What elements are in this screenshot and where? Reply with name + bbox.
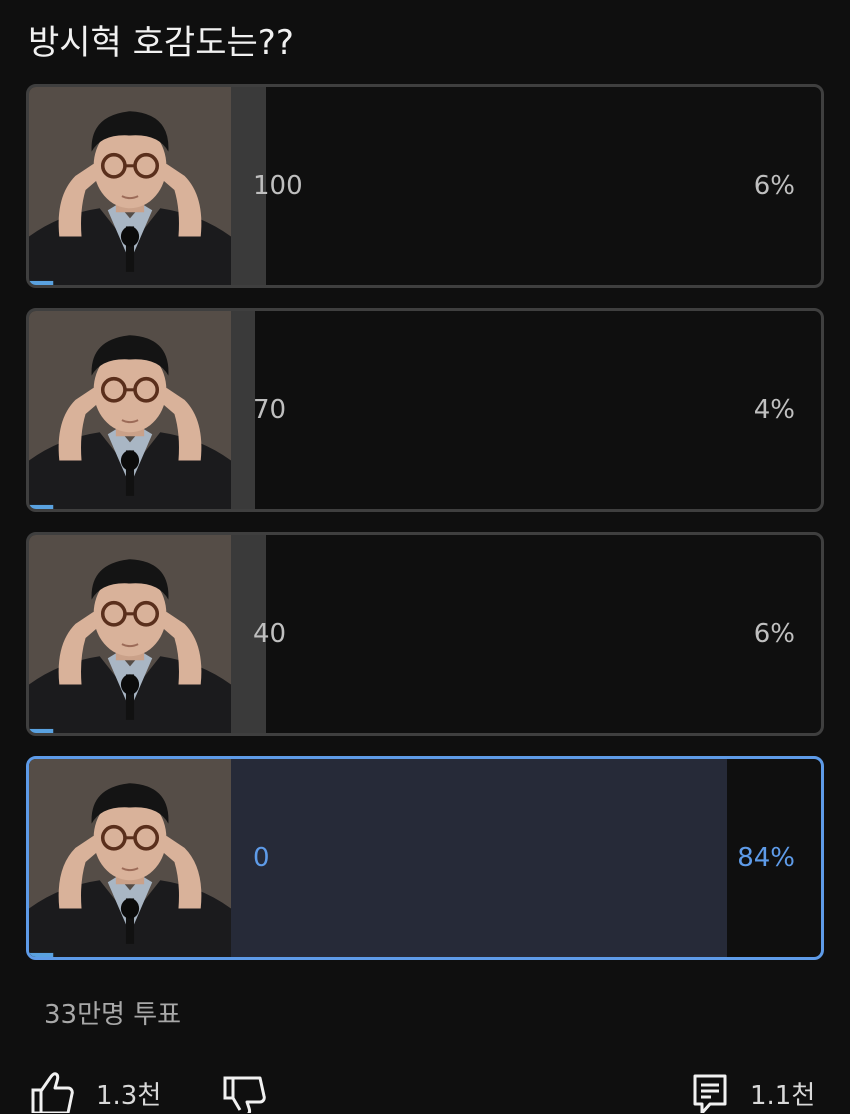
- comment-button[interactable]: 1.1천: [692, 1070, 815, 1114]
- poll-options: 100 6% 70 4% 40 6% 0 84%: [26, 84, 824, 980]
- result-bar-track: [231, 759, 821, 957]
- action-bar: 1.3천 1.1천: [0, 1070, 850, 1113]
- poll-option-40[interactable]: 40 6%: [26, 532, 824, 736]
- option-thumbnail-image: [29, 759, 231, 957]
- comment-icon: [692, 1070, 728, 1113]
- option-percent: 6%: [753, 619, 795, 649]
- result-bar-track: [231, 311, 821, 509]
- result-bar-track: [231, 535, 821, 733]
- option-thumbnail-image: [29, 87, 231, 285]
- comment-count: 1.1천: [750, 1081, 816, 1111]
- option-thumbnail-image: [29, 535, 231, 733]
- option-label: 0: [253, 843, 270, 873]
- like-count: 1.3천: [96, 1081, 162, 1111]
- like-button[interactable]: 1.3천: [30, 1070, 161, 1114]
- dislike-button[interactable]: [222, 1070, 266, 1113]
- result-bar-fill: [231, 759, 727, 957]
- result-bar-fill: [231, 311, 255, 509]
- poll-option-70[interactable]: 70 4%: [26, 308, 824, 512]
- result-bar-track: [231, 87, 821, 285]
- poll-question: 방시혁 호감도는??: [28, 23, 294, 63]
- option-label: 70: [253, 395, 287, 425]
- option-percent: 6%: [753, 171, 795, 201]
- option-thumbnail-image: [29, 311, 231, 509]
- poll-option-0[interactable]: 0 84%: [26, 756, 824, 960]
- thumbs-up-icon: [30, 1070, 74, 1113]
- option-label: 40: [253, 619, 287, 649]
- option-percent: 4%: [753, 395, 795, 425]
- poll-option-100[interactable]: 100 6%: [26, 84, 824, 288]
- option-label: 100: [253, 171, 303, 201]
- vote-count: 33만명 투표: [44, 1000, 182, 1030]
- thumbs-down-icon: [222, 1070, 266, 1113]
- option-percent: 84%: [737, 843, 795, 873]
